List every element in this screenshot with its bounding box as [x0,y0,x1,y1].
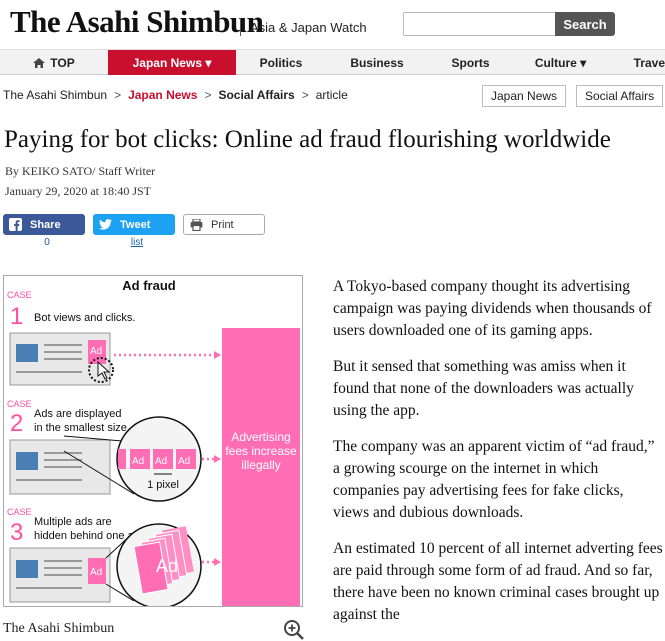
case-3-text-1: Multiple ads are [34,516,112,528]
result-line-2: fees increase [225,444,297,458]
case-1-ad-label: Ad [90,346,102,357]
case-3-number: 3 [10,519,23,546]
arrow-icon [214,351,221,359]
logo-divider [240,18,241,36]
infographic-svg: Ad fraud Advertising fees increase illeg… [7,278,300,606]
breadcrumb-home[interactable]: The Asahi Shimbun [3,88,107,102]
article-headline: Paying for bot clicks: Online ad fraud f… [4,126,611,153]
article-paragraph: But it sensed that something was amiss w… [333,358,634,419]
article-byline: By KEIKO SATO/ Staff Writer [5,164,156,178]
search-button[interactable]: Search [555,12,615,36]
figure-caption: The Asahi Shimbun [3,621,115,636]
print-button[interactable]: Print [183,214,265,235]
site-tagline: Asia & Japan Watch [250,20,367,35]
print-label: Print [211,218,234,231]
tweet-button[interactable]: Tweet [93,214,175,235]
tag-japan-news[interactable]: Japan News [482,85,567,107]
facebook-share-count: 0 [44,237,50,248]
breadcrumb-social-affairs[interactable]: Social Affairs [218,88,294,102]
nav-item-culture[interactable]: Culture ▾ [513,50,608,75]
article-paragraph: The company was an apparent victim of “a… [333,438,655,521]
nav-item-japan-news[interactable]: Japan News ▾ [108,50,236,75]
facebook-share-label: Share [30,218,61,231]
tweet-label: Tweet [120,218,151,231]
result-line-3: illegally [241,458,280,472]
masthead: The Asahi Shimbun Asia & Japan Watch Sea… [0,0,665,48]
nav-item-business[interactable]: Business [326,50,428,75]
article-paragraph: An estimated 10 percent of all internet … [333,540,663,623]
main-nav: TOP Japan News ▾ Politics Business Sport… [0,49,665,75]
home-icon [33,57,46,68]
case-2-label: CASE [7,399,32,409]
infographic-title: Ad fraud [122,278,176,293]
ad-fraud-infographic[interactable]: Ad fraud Advertising fees increase illeg… [3,275,303,607]
nav-item-label: Culture ▾ [534,55,587,70]
case-2-text-2: in the smallest size. [34,422,130,434]
case-3-label: CASE [7,507,32,517]
case-1-label: CASE [7,290,32,300]
article-date: January 29, 2020 at 18:40 JST [5,184,151,198]
breadcrumb-current: article [315,88,348,102]
breadcrumb-separator: > [301,88,309,102]
breadcrumb-japan-news[interactable]: Japan News [128,88,197,102]
case-1-text: Bot views and clicks. [34,312,135,324]
case-2-ad-label-3: Ad [178,456,190,467]
nav-item-label: TOP [50,55,75,70]
nav-item-label: Japan News ▾ [132,55,212,70]
article-paragraph: A Tokyo-based company thought its advert… [333,278,652,339]
nav-item-label: Business [350,55,404,70]
facebook-share-button[interactable]: Share [3,214,85,235]
case-2-ad-label-1: Ad [132,456,144,467]
case-3-big-ad-label: Ad [156,556,178,576]
nav-item-sports[interactable]: Sports [428,50,513,75]
article-body: A Tokyo-based company thought its advert… [333,276,663,640]
case-2-text-1: Ads are displayed [34,408,121,420]
breadcrumb: The Asahi Shimbun > Japan News > Social Affa… [3,88,348,102]
pixel-label: 1 pixel [147,479,179,491]
nav-item-travel[interactable]: Trave [608,50,665,75]
tag-social-affairs[interactable]: Social Affairs [576,85,664,107]
tweet-list-link[interactable]: list [96,237,178,248]
facebook-icon [9,218,22,231]
zoom-in-icon[interactable] [283,619,305,641]
breadcrumb-separator: > [114,88,122,102]
case-1-image [16,344,38,362]
nav-item-politics[interactable]: Politics [236,50,326,75]
search-input[interactable] [403,12,556,36]
case-1-number: 1 [10,303,23,330]
twitter-icon [99,218,112,231]
nav-item-top[interactable]: TOP [0,50,108,75]
case-3-ad-label: Ad [90,567,102,578]
site-logo[interactable]: The Asahi Shimbun [10,4,264,40]
nav-item-label: Trave [633,55,665,70]
case-2-number: 2 [10,410,23,437]
nav-item-label: Sports [451,55,490,70]
result-line-1: Advertising [231,430,290,444]
nav-item-label: Politics [259,55,303,70]
printer-icon [190,218,203,231]
breadcrumb-separator: > [204,88,212,102]
case-2-ad-label-2: Ad [155,456,167,467]
